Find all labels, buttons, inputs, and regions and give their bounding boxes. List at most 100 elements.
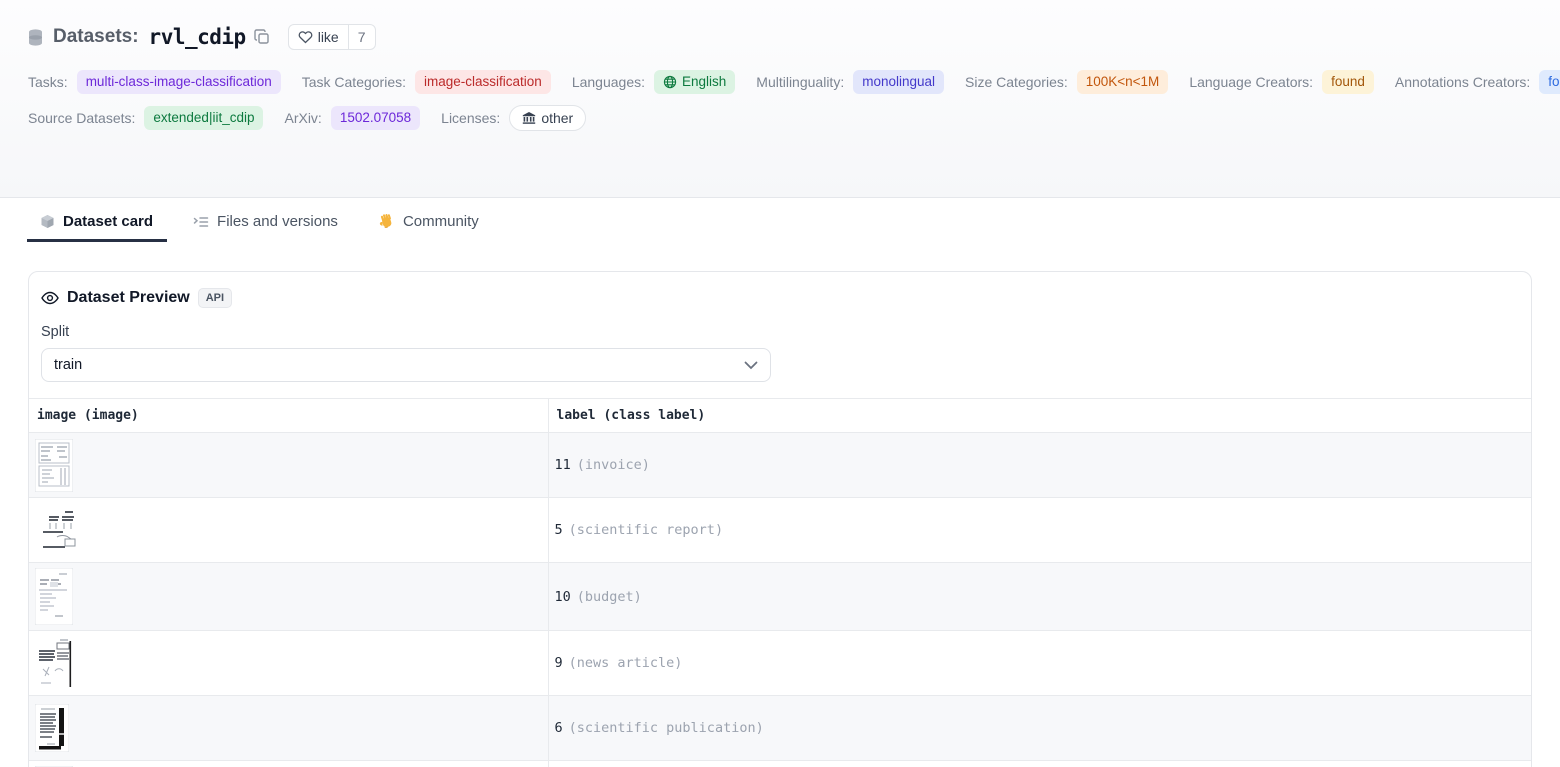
split-select[interactable]: train — [41, 348, 771, 382]
document-thumbnail — [35, 637, 75, 690]
meta-label: Multilinguality: — [756, 74, 844, 90]
meta-label: Source Datasets: — [28, 110, 135, 126]
like-count[interactable]: 7 — [348, 25, 375, 49]
eye-icon — [41, 291, 59, 305]
tab-label: Dataset card — [63, 213, 153, 230]
tag-arxiv[interactable]: 1502.07058 — [331, 106, 420, 130]
column-header-image: image (image) — [29, 399, 548, 433]
table-row: 6 (scientific publication) — [29, 696, 1531, 761]
table-header-row: image (image) label (class label) — [29, 399, 1531, 433]
meta-label: Tasks: — [28, 74, 68, 90]
document-thumbnail — [35, 509, 91, 551]
image-cell — [29, 631, 548, 696]
label-value: 11 — [555, 457, 571, 473]
meta-tasks: Tasks: multi-class-image-classification — [28, 70, 281, 94]
chevron-down-icon — [744, 361, 758, 370]
globe-icon — [663, 75, 677, 89]
meta-task-categories: Task Categories: image-classification — [302, 70, 551, 94]
database-icon — [28, 29, 43, 46]
tab-bar: Dataset card Files and versions Communit… — [0, 202, 1560, 241]
table-row: 9 (news article) — [29, 631, 1531, 696]
label-cell: 11 (invoice) — [548, 433, 1531, 498]
meta-multilinguality: Multilinguality: monolingual — [756, 70, 944, 94]
tab-community[interactable]: Community — [365, 202, 492, 241]
image-cell — [29, 696, 548, 761]
label-cell: 10 (budget) — [548, 563, 1531, 631]
image-cell — [29, 563, 548, 631]
preview-header: Dataset Preview API Split train — [29, 272, 1531, 382]
label-name: (budget) — [577, 589, 642, 605]
meta-label: Annotations Creators: — [1395, 74, 1530, 90]
table-row: 5 (scientific report) — [29, 498, 1531, 563]
meta-source-datasets: Source Datasets: extended|iit_cdip — [28, 106, 263, 130]
table-row — [29, 761, 1531, 767]
meta-label: Language Creators: — [1189, 74, 1313, 90]
split-label: Split — [41, 324, 1519, 340]
waving-hand-icon — [378, 213, 395, 230]
table-row: 10 (budget) — [29, 563, 1531, 631]
tab-label: Community — [403, 213, 479, 230]
meta-label: ArXiv: — [284, 110, 321, 126]
dataset-preview-card: Dataset Preview API Split train image (i… — [28, 271, 1532, 767]
tag-language[interactable]: English — [654, 70, 735, 94]
tag-size-category[interactable]: 100K<n<1M — [1077, 70, 1169, 94]
document-thumbnail — [35, 704, 69, 752]
tag-license[interactable]: other — [509, 105, 586, 131]
preview-table: image (image) label (class label) — [29, 398, 1531, 767]
tab-label: Files and versions — [217, 213, 338, 230]
label-cell: 5 (scientific report) — [548, 498, 1531, 563]
title-row: Datasets: rvl_cdip like 7 — [28, 24, 1532, 50]
tag-task[interactable]: multi-class-image-classification — [77, 70, 281, 94]
meta-size-categories: Size Categories: 100K<n<1M — [965, 70, 1168, 94]
tag-source-dataset[interactable]: extended|iit_cdip — [144, 106, 263, 130]
tag-annotations-creators[interactable]: found — [1539, 70, 1560, 94]
tab-dataset-card[interactable]: Dataset card — [28, 202, 166, 241]
meta-annotations-creators: Annotations Creators: found — [1395, 70, 1560, 94]
meta-licenses: Licenses: other — [441, 105, 586, 131]
metadata-row-2: Source Datasets: extended|iit_cdip ArXiv… — [28, 105, 1532, 131]
column-header-label: label (class label) — [548, 399, 1531, 433]
label-value: 10 — [555, 589, 571, 605]
bank-icon — [522, 112, 536, 125]
image-cell — [29, 498, 548, 563]
versions-icon — [193, 215, 209, 229]
api-badge[interactable]: API — [198, 288, 232, 308]
breadcrumb[interactable]: Datasets: — [53, 26, 139, 48]
meta-label: Size Categories: — [965, 74, 1068, 90]
metadata-row-1: Tasks: multi-class-image-classification … — [28, 70, 1532, 94]
heart-icon — [298, 30, 313, 44]
label-cell — [548, 761, 1531, 767]
main-content: Dataset Preview API Split train image (i… — [0, 241, 1560, 767]
meta-label: Task Categories: — [302, 74, 406, 90]
cube-icon — [40, 214, 55, 229]
document-thumbnail — [35, 439, 73, 492]
like-label: like — [318, 29, 339, 45]
label-value: 9 — [555, 655, 563, 671]
image-cell — [29, 761, 548, 767]
meta-arxiv: ArXiv: 1502.07058 — [284, 106, 420, 130]
meta-label: Licenses: — [441, 110, 500, 126]
tag-language-label: English — [682, 75, 726, 89]
tag-task-category[interactable]: image-classification — [415, 70, 551, 94]
like-button[interactable]: like 7 — [288, 24, 376, 50]
document-thumbnail — [35, 568, 73, 625]
tag-license-label: other — [541, 111, 573, 125]
split-selected-value: train — [54, 357, 82, 373]
meta-label: Languages: — [572, 74, 645, 90]
image-cell — [29, 433, 548, 498]
meta-language-creators: Language Creators: found — [1189, 70, 1374, 94]
label-cell: 6 (scientific publication) — [548, 696, 1531, 761]
label-value: 5 — [555, 522, 563, 538]
table-row: 11 (invoice) — [29, 433, 1531, 498]
label-name: (news article) — [569, 655, 683, 671]
tag-language-creators[interactable]: found — [1322, 70, 1374, 94]
copy-icon[interactable] — [254, 29, 270, 45]
label-name: (invoice) — [577, 457, 650, 473]
tab-files-and-versions[interactable]: Files and versions — [180, 202, 351, 241]
meta-languages: Languages: English — [572, 70, 735, 94]
label-cell: 9 (news article) — [548, 631, 1531, 696]
tag-multilinguality[interactable]: monolingual — [853, 70, 944, 94]
label-value: 6 — [555, 720, 563, 736]
label-name: (scientific publication) — [569, 720, 764, 736]
label-name: (scientific report) — [569, 522, 723, 538]
